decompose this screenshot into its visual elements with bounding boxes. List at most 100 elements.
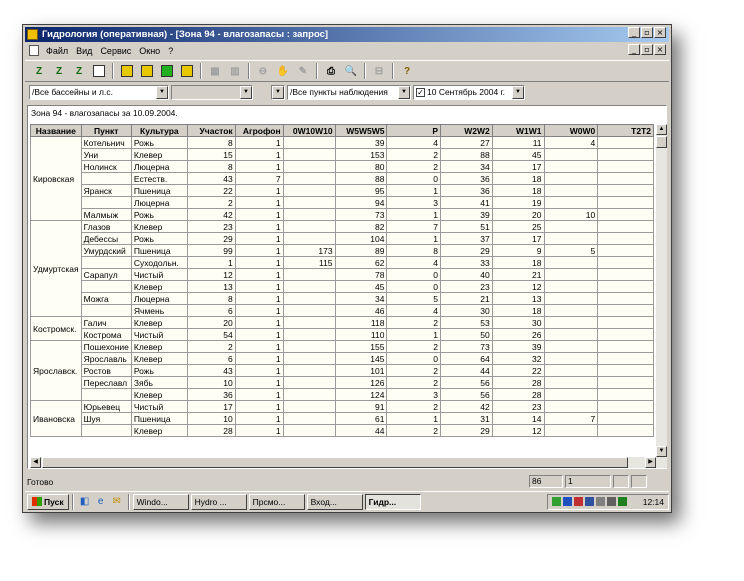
value-cell[interactable] — [597, 232, 654, 245]
column-header[interactable]: W5W5W5 — [334, 124, 388, 137]
task-button-4[interactable]: Вход... — [306, 493, 363, 510]
new-document-icon[interactable] — [89, 62, 109, 80]
table-row[interactable]: Кострома Чистый 54 1 110 1 50 26 — [31, 328, 654, 341]
station-cell[interactable]: Шуя — [80, 412, 132, 425]
value-cell[interactable] — [282, 352, 336, 365]
value-cell[interactable] — [282, 232, 336, 245]
value-cell[interactable]: 34 — [439, 160, 493, 173]
table-row[interactable]: Ростов Рожь 43 1 101 2 44 22 — [31, 364, 654, 377]
value-cell[interactable]: 18 — [491, 172, 545, 185]
value-cell[interactable] — [597, 136, 654, 149]
value-cell[interactable]: 4 — [386, 136, 441, 149]
value-cell[interactable]: 56 — [439, 388, 493, 401]
station-cell[interactable]: Уни — [80, 148, 132, 161]
stop-icon[interactable]: ⊖ — [253, 62, 273, 80]
scroll-down-button[interactable]: ▼ — [656, 446, 667, 457]
table-row[interactable]: Естеств. 43 7 88 0 36 18 — [31, 172, 654, 185]
value-cell[interactable] — [282, 316, 336, 329]
value-cell[interactable]: 1 — [234, 232, 284, 245]
crop-cell[interactable]: Рожь — [130, 232, 188, 245]
value-cell[interactable]: 1 — [234, 256, 284, 269]
station-cell[interactable]: Ярославль — [80, 352, 132, 365]
value-cell[interactable]: 34 — [334, 292, 388, 305]
crop-cell[interactable]: Суходольн. — [130, 256, 188, 269]
value-cell[interactable]: 80 — [334, 160, 388, 173]
menu-view[interactable]: Вид — [72, 46, 96, 56]
value-cell[interactable]: 46 — [334, 304, 388, 317]
value-cell[interactable]: 7 — [543, 412, 599, 425]
value-cell[interactable]: 1 — [234, 400, 284, 413]
crop-cell[interactable]: Пшеница — [130, 184, 188, 197]
value-cell[interactable]: 88 — [439, 148, 493, 161]
value-cell[interactable]: 10 — [186, 376, 236, 389]
data-grid[interactable]: Название Пункт Культура Участок Агрофон 0W10W… — [30, 124, 654, 457]
zone-icon-3[interactable]: Z — [69, 62, 89, 80]
value-cell[interactable] — [543, 352, 599, 365]
value-cell[interactable]: 12 — [186, 268, 236, 281]
value-cell[interactable]: 21 — [491, 268, 545, 281]
value-cell[interactable] — [597, 364, 654, 377]
scroll-left-button[interactable]: ◀ — [30, 457, 41, 468]
scroll-up-button[interactable]: ▲ — [656, 124, 667, 135]
task-button-1[interactable]: Windo... — [132, 493, 189, 510]
table-row[interactable]: Сарапул Чистый 12 1 78 0 40 21 — [31, 268, 654, 281]
value-cell[interactable]: 2 — [386, 148, 441, 161]
print-icon[interactable]: ⎙ — [321, 62, 341, 80]
table-row[interactable]: Ярославск. Пошехоние Клевер 2 1 155 2 73 39 — [30, 340, 654, 401]
table-row[interactable]: Переславл Зябь 10 1 126 2 56 28 — [31, 376, 654, 389]
value-cell[interactable]: 17 — [186, 400, 236, 413]
value-cell[interactable]: 88 — [334, 172, 388, 185]
value-cell[interactable]: 62 — [334, 256, 388, 269]
value-cell[interactable]: 28 — [491, 376, 545, 389]
value-cell[interactable] — [543, 376, 599, 389]
disabled-icon[interactable]: ⊟ — [369, 62, 389, 80]
value-cell[interactable] — [282, 328, 336, 341]
table-row[interactable]: Костромск. Галич Клевер 20 1 118 2 53 30 — [30, 316, 654, 341]
value-cell[interactable] — [597, 400, 654, 413]
value-cell[interactable]: 5 — [543, 244, 599, 257]
crop-cell[interactable]: Чистый — [130, 328, 188, 341]
value-cell[interactable]: 2 — [386, 400, 441, 413]
value-cell[interactable] — [597, 376, 654, 389]
horizontal-scroll-thumb[interactable] — [42, 457, 628, 468]
table-row[interactable]: Ивановска Юрьевец Чистый 17 1 91 2 42 23 — [30, 400, 654, 437]
value-cell[interactable]: 45 — [491, 148, 545, 161]
second-select[interactable]: ▼ — [171, 84, 253, 100]
value-cell[interactable] — [543, 256, 599, 269]
station-cell[interactable]: Переславл — [80, 376, 132, 389]
value-cell[interactable]: 4 — [543, 136, 599, 149]
station-cell[interactable]: Котельнич — [80, 136, 132, 149]
crop-cell[interactable]: Люцерна — [130, 160, 188, 173]
table-row[interactable]: Нолинск Люцерна 8 1 80 2 34 17 — [31, 160, 654, 173]
value-cell[interactable]: 3 — [386, 388, 441, 401]
crop-cell[interactable]: Клевер — [130, 220, 188, 233]
value-cell[interactable]: 18 — [491, 184, 545, 197]
value-cell[interactable] — [543, 196, 599, 209]
value-cell[interactable]: 94 — [334, 196, 388, 209]
crop-cell[interactable]: Клевер — [130, 316, 188, 329]
value-cell[interactable]: 42 — [186, 208, 236, 221]
column-header[interactable]: P — [386, 124, 441, 137]
value-cell[interactable]: 61 — [334, 412, 388, 425]
crop-cell[interactable]: Пшеница — [130, 244, 188, 257]
value-cell[interactable]: 2 — [386, 376, 441, 389]
value-cell[interactable]: 10 — [543, 208, 599, 221]
value-cell[interactable] — [597, 256, 654, 269]
value-cell[interactable] — [282, 160, 336, 173]
value-cell[interactable]: 0 — [386, 268, 441, 281]
value-cell[interactable]: 1 — [234, 424, 284, 437]
tray-icon[interactable] — [562, 497, 572, 506]
value-cell[interactable] — [543, 220, 599, 233]
table-row[interactable]: Умурдский Пшеница 99 1 173 89 8 29 9 5 — [31, 244, 654, 257]
table-row[interactable]: Дебессы Рожь 29 1 104 1 37 17 — [31, 232, 654, 245]
value-cell[interactable] — [282, 412, 336, 425]
crop-cell[interactable]: Зябь — [130, 376, 188, 389]
value-cell[interactable] — [543, 340, 599, 353]
value-cell[interactable] — [282, 268, 336, 281]
menu-window[interactable]: Окно — [135, 46, 164, 56]
third-select[interactable]: ▼ — [271, 84, 285, 100]
value-cell[interactable]: 30 — [491, 316, 545, 329]
station-cell[interactable]: Юрьевец — [80, 400, 132, 413]
value-cell[interactable] — [543, 304, 599, 317]
value-cell[interactable]: 82 — [334, 220, 388, 233]
